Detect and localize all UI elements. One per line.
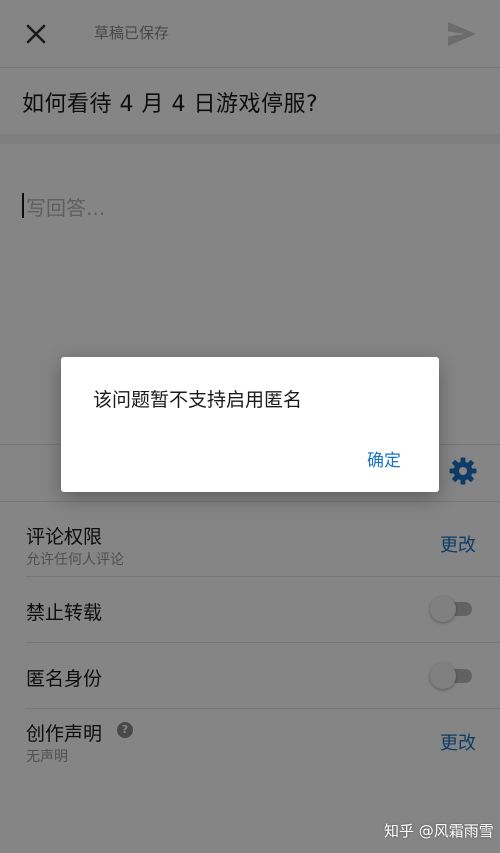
dialog-message: 该问题暂不支持启用匿名 <box>93 389 303 411</box>
confirm-button[interactable]: 确定 <box>367 446 401 471</box>
watermark: 知乎 @风霜雨雪 <box>384 822 494 840</box>
alert-dialog: 该问题暂不支持启用匿名 确定 <box>61 357 439 492</box>
